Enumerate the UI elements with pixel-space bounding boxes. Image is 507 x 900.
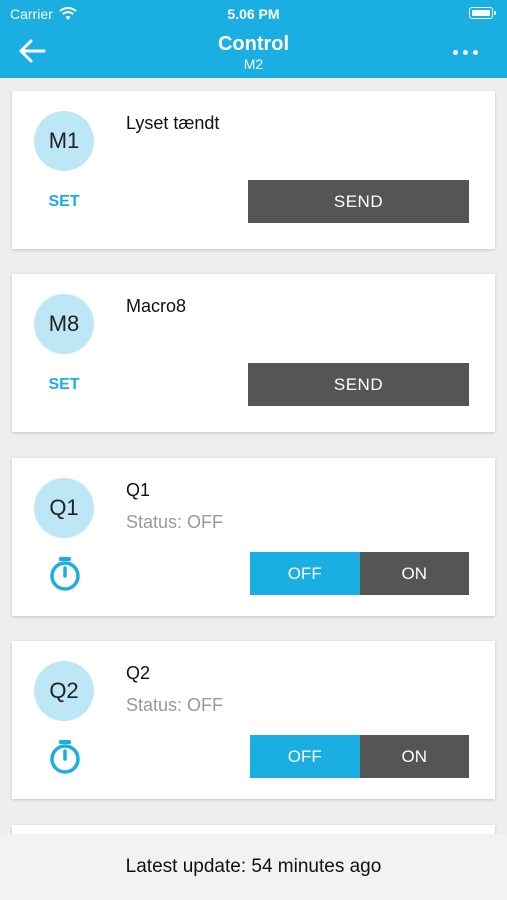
clock: 5.06 PM	[227, 6, 280, 22]
last-update-footer: Latest update: 54 minutes ago	[0, 834, 507, 900]
output-badge: Q1	[34, 478, 94, 538]
send-button[interactable]: SEND	[248, 363, 469, 406]
more-options-icon[interactable]	[453, 42, 483, 62]
page-subtitle: M2	[243, 56, 264, 72]
off-toggle-button[interactable]: OFF	[250, 735, 360, 778]
battery-icon	[469, 7, 496, 19]
macro-card: M8 Macro8 SET SEND	[12, 274, 495, 432]
output-status: Status: OFF	[126, 512, 224, 532]
top-bar: Carrier 5.06 PM Control M2	[0, 0, 507, 78]
macro-name: Macro8	[126, 296, 187, 316]
status-bar: Carrier 5.06 PM	[0, 4, 507, 24]
macro-name: Lyset tændt	[126, 113, 220, 133]
header-titles: Control M2	[0, 33, 507, 73]
output-name: Q1	[126, 480, 151, 500]
output-card: Q2 Q2 Status: OFF OFF ON	[12, 641, 495, 799]
last-update-text: Latest update: 54 minutes ago	[125, 856, 382, 877]
output-status: Status: OFF	[126, 695, 224, 715]
send-button[interactable]: SEND	[248, 180, 469, 223]
output-badge: Q2	[34, 661, 94, 721]
macro-badge: M1	[34, 111, 94, 171]
page-title: Control	[217, 33, 290, 55]
macro-card: M1 Lyset tændt SET SEND	[12, 91, 495, 249]
on-toggle-button[interactable]: ON	[359, 552, 469, 595]
output-name: Q2	[126, 663, 151, 683]
set-button[interactable]: SET	[34, 193, 94, 211]
set-button[interactable]: SET	[34, 376, 94, 394]
output-card: Q1 Q1 Status: OFF OFF ON	[12, 458, 495, 616]
timer-icon[interactable]	[48, 739, 82, 775]
timer-icon[interactable]	[48, 556, 82, 592]
on-off-toggle: OFF ON	[250, 552, 469, 595]
macro-badge: M8	[34, 294, 94, 354]
off-toggle-button[interactable]: OFF	[250, 552, 360, 595]
on-toggle-button[interactable]: ON	[359, 735, 469, 778]
on-off-toggle: OFF ON	[250, 735, 469, 778]
